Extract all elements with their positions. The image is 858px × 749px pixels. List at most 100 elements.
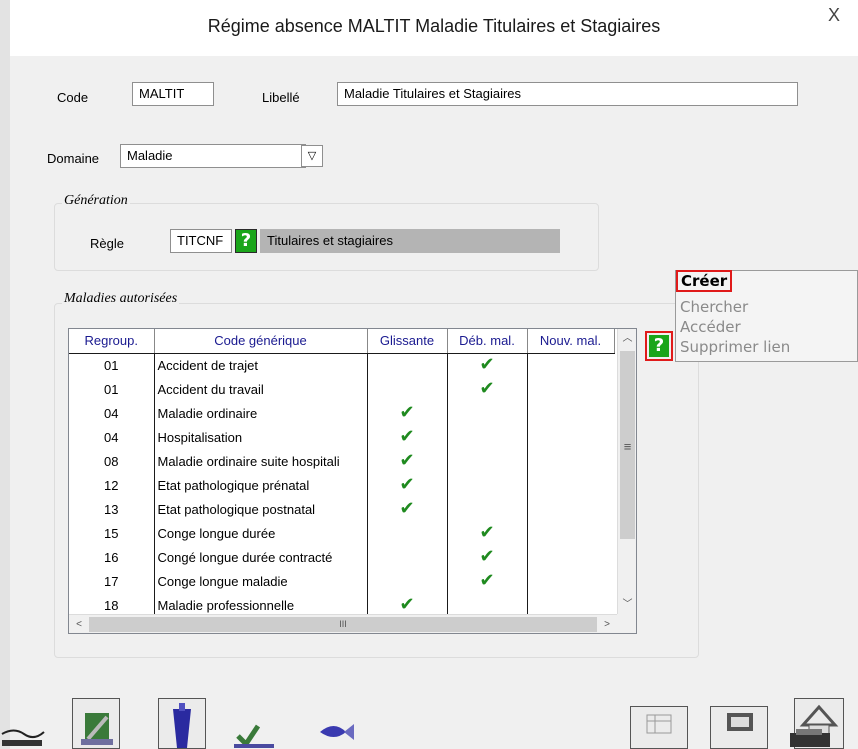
table-row[interactable]: 12 Etat pathologique prénatal ✔ bbox=[69, 473, 614, 497]
checkmark-icon: ✔ bbox=[399, 426, 415, 447]
grid-button[interactable] bbox=[630, 706, 688, 749]
cell-code: Maladie ordinaire suite hospitali bbox=[154, 449, 368, 473]
cell-regroup: 01 bbox=[69, 377, 155, 401]
cell-deb: ✔ bbox=[446, 353, 527, 377]
sign-icon[interactable] bbox=[0, 718, 60, 749]
print-icon bbox=[727, 713, 753, 731]
cell-regroup: 17 bbox=[69, 569, 155, 593]
menu-item-creer[interactable]: Créer bbox=[676, 270, 733, 292]
cell-glissante: ✔ bbox=[367, 449, 447, 473]
maladies-grid[interactable]: Regroup. Code générique Glissante Déb. m… bbox=[68, 328, 637, 634]
title-bar: Régime absence MALTIT Maladie Titulaires… bbox=[10, 0, 858, 56]
maladies-table: Regroup. Code générique Glissante Déb. m… bbox=[69, 329, 615, 617]
table-row[interactable]: 04 Maladie ordinaire ✔ bbox=[69, 401, 614, 425]
cell-regroup: 04 bbox=[69, 425, 155, 449]
table-header-row: Regroup. Code générique Glissante Déb. m… bbox=[69, 329, 615, 354]
code-label: Code bbox=[57, 90, 89, 105]
cell-glissante: ✔ bbox=[367, 401, 447, 425]
scroll-left-icon[interactable]: < bbox=[69, 615, 89, 633]
cell-deb bbox=[446, 425, 527, 449]
cell-code: Maladie ordinaire bbox=[154, 401, 368, 425]
cell-code: Conge longue durée bbox=[154, 521, 368, 545]
code-field[interactable]: MALTIT bbox=[132, 82, 214, 106]
libelle-label: Libellé bbox=[262, 90, 300, 105]
table-row[interactable]: 16 Congé longue durée contracté ✔ bbox=[69, 545, 614, 569]
cell-regroup: 13 bbox=[69, 497, 155, 521]
cell-nouv bbox=[526, 377, 614, 401]
cell-nouv bbox=[526, 473, 614, 497]
fish-icon[interactable] bbox=[316, 718, 356, 749]
horizontal-scroll-thumb[interactable]: III bbox=[89, 617, 597, 632]
scroll-down-icon[interactable]: ﹀ bbox=[618, 595, 636, 615]
cell-deb bbox=[446, 401, 527, 425]
table-row[interactable]: 08 Maladie ordinaire suite hospitali ✔ bbox=[69, 449, 614, 473]
menu-item-supprimer-lien[interactable]: Supprimer lien bbox=[680, 338, 790, 356]
cell-nouv bbox=[526, 449, 614, 473]
background-strip bbox=[0, 0, 10, 749]
scroll-right-icon[interactable]: > bbox=[597, 615, 617, 633]
checkmark-icon: ✔ bbox=[479, 570, 495, 591]
edit-icon bbox=[81, 713, 113, 745]
edit-button[interactable] bbox=[72, 698, 120, 749]
col-header-code[interactable]: Code générique bbox=[154, 329, 368, 354]
checkmark-icon: ✔ bbox=[399, 474, 415, 495]
table-row[interactable]: 13 Etat pathologique postnatal ✔ bbox=[69, 497, 614, 521]
cell-glissante bbox=[367, 569, 447, 593]
close-button[interactable]: X bbox=[810, 0, 858, 34]
user-icon bbox=[173, 703, 191, 748]
regle-description: Titulaires et stagiaires bbox=[260, 229, 560, 253]
horizontal-scrollbar[interactable]: < III > bbox=[69, 614, 617, 633]
cell-regroup: 04 bbox=[69, 401, 155, 425]
cell-code: Hospitalisation bbox=[154, 425, 368, 449]
checkmark-icon: ✔ bbox=[399, 594, 415, 615]
regle-code-field[interactable]: TITCNF bbox=[170, 229, 232, 253]
menu-item-chercher[interactable]: Chercher bbox=[680, 298, 748, 316]
menu-item-acceder[interactable]: Accéder bbox=[680, 318, 741, 336]
regle-help-icon[interactable]: ? bbox=[235, 229, 257, 253]
dialog-window: Régime absence MALTIT Maladie Titulaires… bbox=[1, 0, 858, 749]
user-button[interactable] bbox=[158, 698, 206, 749]
cell-code: Etat pathologique prénatal bbox=[154, 473, 368, 497]
domaine-label: Domaine bbox=[47, 151, 100, 166]
chevron-down-icon[interactable]: ▽ bbox=[301, 145, 323, 167]
checkmark-icon: ✔ bbox=[399, 402, 415, 423]
cell-nouv bbox=[526, 545, 614, 569]
scroll-up-icon[interactable]: ︿ bbox=[618, 329, 636, 349]
cell-nouv bbox=[526, 401, 614, 425]
save-icon[interactable] bbox=[232, 718, 276, 749]
cell-nouv bbox=[526, 353, 614, 377]
checkmark-icon: ✔ bbox=[399, 498, 415, 519]
cell-glissante: ✔ bbox=[367, 473, 447, 497]
libelle-field[interactable]: Maladie Titulaires et Stagiaires bbox=[337, 82, 798, 106]
cell-deb: ✔ bbox=[446, 377, 527, 401]
table-row[interactable]: 15 Conge longue durée ✔ bbox=[69, 521, 614, 545]
cell-nouv bbox=[526, 569, 614, 593]
table-row[interactable]: 17 Conge longue maladie ✔ bbox=[69, 569, 614, 593]
vertical-scrollbar[interactable]: ︿ ≡ ﹀ bbox=[617, 329, 636, 615]
table-row[interactable]: 01 Accident de trajet ✔ bbox=[69, 353, 614, 377]
regle-label: Règle bbox=[90, 236, 124, 251]
grid-help-button[interactable]: ? bbox=[645, 331, 673, 361]
checkmark-icon: ✔ bbox=[479, 378, 495, 399]
grid-icon bbox=[646, 714, 672, 734]
context-menu: Créer Chercher Accéder Supprimer lien bbox=[675, 270, 858, 362]
cell-deb bbox=[446, 449, 527, 473]
domaine-select[interactable]: Maladie bbox=[120, 144, 306, 168]
cell-regroup: 01 bbox=[69, 353, 155, 377]
printer-icon[interactable] bbox=[788, 727, 832, 749]
checkmark-icon: ✔ bbox=[479, 354, 495, 376]
col-header-nouv[interactable]: Nouv. mal. bbox=[527, 329, 615, 354]
col-header-deb[interactable]: Déb. mal. bbox=[447, 329, 528, 354]
cell-deb: ✔ bbox=[446, 521, 527, 545]
table-row[interactable]: 04 Hospitalisation ✔ bbox=[69, 425, 614, 449]
table-row[interactable]: 01 Accident du travail ✔ bbox=[69, 377, 614, 401]
cell-code: Conge longue maladie bbox=[154, 569, 368, 593]
checkmark-icon: ✔ bbox=[479, 546, 495, 567]
cell-glissante bbox=[367, 521, 447, 545]
col-header-regroup[interactable]: Regroup. bbox=[69, 329, 155, 354]
vertical-grip: ≡ bbox=[623, 439, 632, 454]
help-icon: ? bbox=[649, 335, 669, 357]
print-button[interactable] bbox=[710, 706, 768, 749]
cell-glissante bbox=[367, 353, 447, 377]
col-header-glissante[interactable]: Glissante bbox=[367, 329, 448, 354]
